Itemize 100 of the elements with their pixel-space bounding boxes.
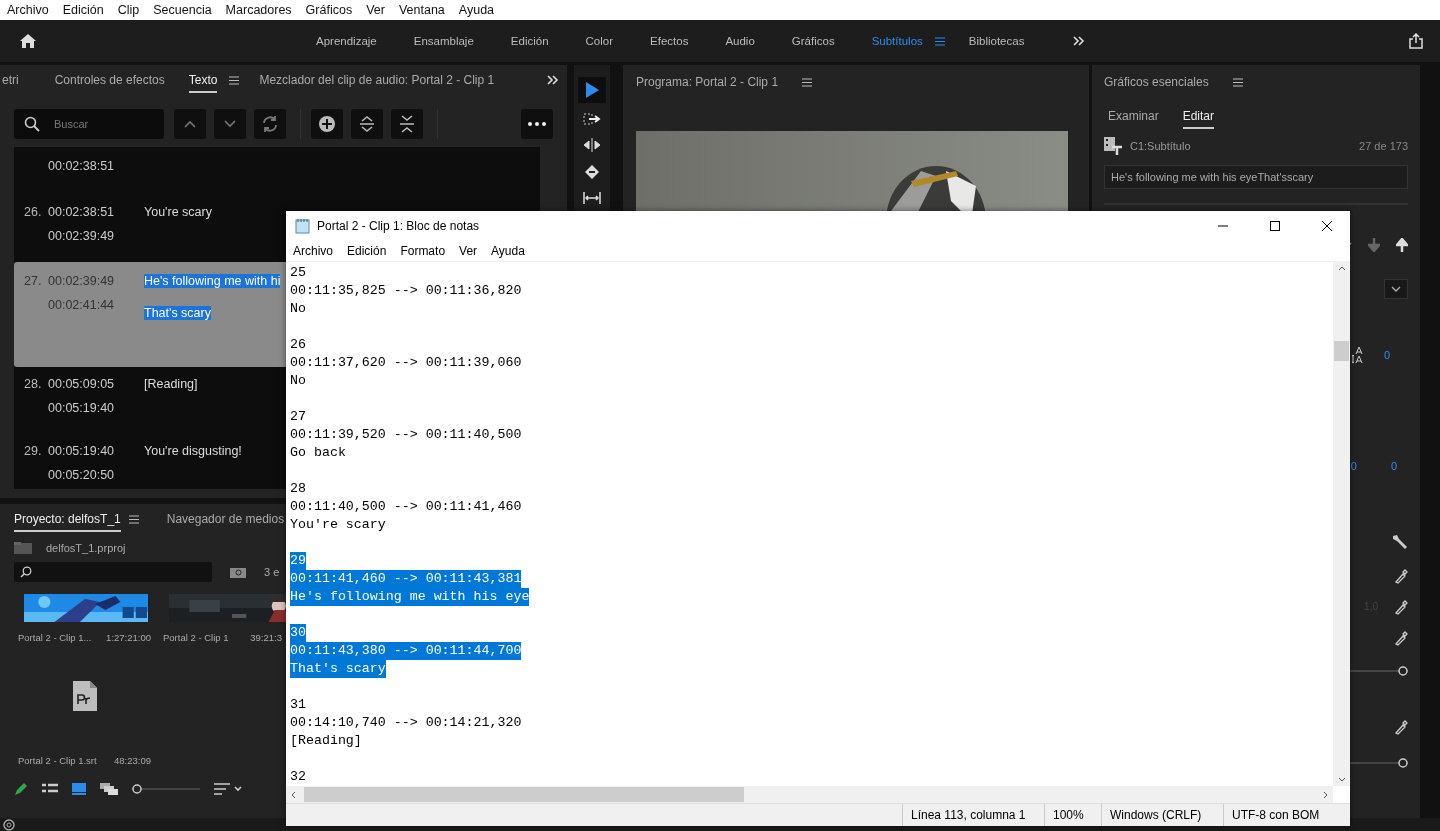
slip-tool-icon[interactable] — [580, 189, 604, 207]
value-field[interactable]: 0 — [1383, 349, 1390, 361]
merge-button[interactable] — [391, 109, 423, 139]
menu-item[interactable]: Ayuda — [458, 3, 495, 17]
text-line: 00:14:10,740 --> 00:14:21,320 — [290, 714, 522, 732]
panel-tab[interactable]: Gráficos esenciales — [1104, 69, 1209, 95]
menu-item[interactable]: Edición — [62, 3, 104, 17]
menu-item[interactable]: Archivo — [7, 3, 49, 17]
panel-tab[interactable]: Programa: Portal 2 - Clip 1 — [636, 69, 779, 95]
text-line: 25 — [290, 264, 306, 282]
replace-button[interactable] — [254, 109, 286, 139]
more-button[interactable] — [521, 109, 553, 139]
refresh-icon — [261, 115, 279, 133]
menu-icon[interactable] — [128, 514, 139, 524]
search-field[interactable] — [14, 562, 212, 582]
slider-thumb[interactable] — [1398, 666, 1408, 676]
panel-tab[interactable]: Proyecto: delfosT_1 — [14, 506, 121, 532]
panel-tab[interactable]: Editar — [1182, 103, 1215, 129]
eyedropper-icon[interactable] — [1394, 629, 1408, 646]
project-item[interactable]: Portal 2 - Clip 1.srt 48:23:09 — [14, 658, 155, 770]
text-field[interactable]: He's following me with his eyeThat'sscary — [1104, 165, 1408, 189]
menu-item[interactable]: Secuencia — [153, 3, 212, 17]
dropdown[interactable] — [1384, 279, 1408, 299]
workspace-tab[interactable]: Efectos — [650, 35, 689, 47]
caption-text[interactable]: That's scary — [144, 306, 211, 320]
item-duration: 39:21:3 — [250, 632, 282, 643]
eyedropper-icon[interactable] — [1394, 567, 1408, 584]
caption-text[interactable]: He's following me with hi — [144, 274, 281, 288]
split-button[interactable] — [351, 109, 383, 139]
caption-text[interactable]: You're disgusting! — [144, 444, 242, 458]
value-field[interactable]: 0 — [1390, 460, 1397, 472]
caption-text[interactable]: You're scary — [144, 205, 212, 219]
chevron-up-icon — [184, 120, 196, 128]
share-icon[interactable] — [1408, 33, 1424, 49]
menu-item[interactable]: Clip — [117, 3, 140, 17]
menu-item[interactable]: Formato — [400, 243, 446, 258]
text-line: No — [290, 300, 306, 318]
scroll-left-icon[interactable] — [291, 790, 296, 799]
menu-item[interactable]: Ventana — [398, 3, 445, 17]
workspace-tab[interactable]: Bibliotecas — [968, 35, 1025, 47]
project-file-name: delfosT_1.prproj — [46, 542, 126, 554]
workspace-tab[interactable]: Aprendizaje — [316, 35, 377, 47]
arrow-up-icon[interactable] — [1396, 238, 1408, 252]
menu-item[interactable]: Archivo — [293, 243, 333, 258]
scroll-thumb[interactable] — [304, 787, 744, 802]
slider[interactable] — [1348, 758, 1408, 768]
wrench-icon[interactable] — [1392, 534, 1408, 550]
menu-item[interactable]: Ayuda — [491, 243, 525, 258]
caption-text[interactable]: [Reading] — [144, 377, 198, 391]
panel-tab[interactable]: Mezclador del clip de audio: Portal 2 - Clip 1 — [259, 67, 495, 93]
scroll-thumb[interactable] — [1334, 341, 1349, 361]
workspace-tab[interactable]: Ensamblaje — [413, 35, 474, 47]
workspace-tab[interactable]: Subtítulos — [871, 35, 923, 47]
menu-icon[interactable] — [229, 75, 240, 85]
menu-item[interactable]: Marcadores — [225, 3, 292, 17]
menu-item[interactable]: Edición — [347, 243, 387, 258]
project-item[interactable]: Portal 2 - Clip 1 39:21:3 — [159, 594, 286, 656]
creative-cloud-icon[interactable] — [2, 818, 16, 831]
menu-icon[interactable] — [934, 36, 945, 46]
pencil-icon[interactable] — [14, 782, 28, 796]
workspace-tab[interactable]: Color — [585, 35, 614, 47]
scroll-right-icon[interactable] — [1323, 790, 1328, 799]
scrollbar[interactable] — [286, 786, 1333, 803]
bin-search-icon[interactable] — [230, 566, 246, 578]
panel-tab[interactable]: Navegador de medios — [166, 506, 285, 532]
workspace-tab[interactable]: Gráficos — [791, 35, 835, 47]
icon-view-icon[interactable] — [72, 783, 86, 795]
search-field[interactable]: Buscar — [14, 109, 164, 139]
slider-thumb[interactable] — [1398, 758, 1408, 768]
selection-tool-icon[interactable] — [578, 77, 606, 103]
scroll-up-icon[interactable] — [1337, 266, 1346, 271]
scrollbar[interactable] — [1333, 262, 1350, 786]
chevrons-icon[interactable] — [547, 75, 559, 85]
value-field[interactable]: 0 — [1350, 460, 1357, 472]
zoom-slider[interactable] — [132, 784, 200, 794]
add-button[interactable] — [311, 109, 343, 139]
panel-tab[interactable]: Examinar — [1108, 103, 1159, 129]
menu-item[interactable]: Gráficos — [305, 3, 353, 17]
panel-tab[interactable]: Controles de efectos — [54, 67, 165, 93]
slider[interactable] — [1348, 666, 1408, 676]
sort-icon[interactable] — [214, 783, 244, 795]
menu-icon[interactable] — [1232, 77, 1243, 87]
panel-tab[interactable]: Texto — [188, 67, 218, 93]
menu-icon[interactable] — [802, 77, 813, 87]
menu-item[interactable]: Ver — [459, 243, 478, 258]
arrow-down-icon[interactable] — [1368, 238, 1380, 252]
project-item[interactable]: Portal 2 - Clip 1... 1:27:21:00 — [14, 594, 155, 656]
eyedropper-icon[interactable] — [1394, 719, 1408, 735]
home-icon[interactable] — [19, 33, 37, 49]
slider-thumb[interactable] — [132, 784, 142, 794]
panel-tab[interactable]: etri — [2, 67, 19, 93]
list-view-icon[interactable] — [42, 783, 58, 795]
menu-item[interactable]: Ver — [366, 3, 385, 17]
eyedropper-icon[interactable] — [1394, 598, 1408, 615]
scroll-down-icon[interactable] — [1337, 777, 1346, 782]
status-text: 100% — [1044, 804, 1101, 826]
workspace-tab[interactable]: Audio — [725, 35, 755, 47]
workspace-tab[interactable]: Edición — [510, 35, 549, 47]
chevrons-icon[interactable] — [1073, 36, 1086, 46]
freeform-view-icon[interactable] — [100, 783, 118, 795]
